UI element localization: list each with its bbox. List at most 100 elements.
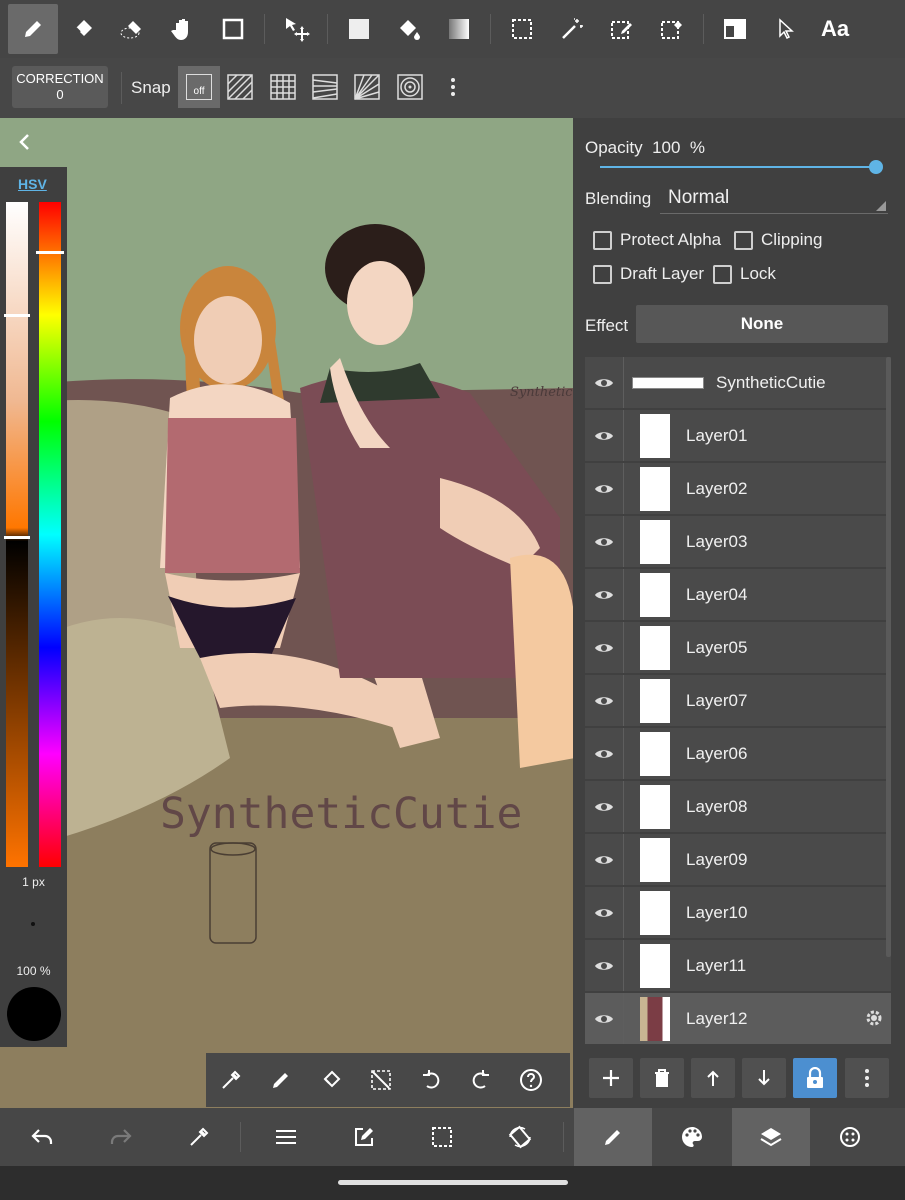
sv-handle[interactable]	[4, 314, 30, 317]
lock-layer-icon[interactable]	[793, 1058, 837, 1098]
delete-layer-icon[interactable]	[640, 1058, 684, 1098]
layer-more-icon[interactable]	[845, 1058, 889, 1098]
blending-select[interactable]: Normal	[660, 183, 888, 214]
visibility-eye-icon[interactable]	[585, 853, 623, 867]
visibility-eye-icon[interactable]	[585, 429, 623, 443]
move-layer-down-icon[interactable]	[742, 1058, 786, 1098]
select-rect-icon[interactable]	[497, 4, 547, 54]
snap-more-icon[interactable]	[432, 66, 474, 108]
visibility-eye-icon[interactable]	[585, 588, 623, 602]
gradient-icon[interactable]	[434, 4, 484, 54]
rotate-left-icon[interactable]	[406, 1051, 456, 1109]
hsv-tab[interactable]: HSV	[18, 176, 47, 192]
snap-off-button[interactable]: off	[178, 66, 220, 108]
snap-circle-icon[interactable]	[389, 66, 431, 108]
layer-row[interactable]: Layer06	[585, 728, 891, 779]
add-layer-button[interactable]	[589, 1058, 633, 1098]
collapse-panel-icon[interactable]	[14, 130, 34, 154]
layers-tab-icon[interactable]	[732, 1108, 810, 1166]
rotate-right-icon[interactable]	[456, 1051, 506, 1109]
layer-row[interactable]: Layer04	[585, 569, 891, 620]
layer-name: Layer02	[686, 478, 748, 498]
bucket-icon[interactable]	[384, 4, 434, 54]
top-toolbar: Aa	[0, 0, 905, 58]
layer-name: Layer07	[686, 690, 748, 710]
layer-thumbnail	[640, 943, 670, 988]
visibility-eye-icon[interactable]	[585, 376, 623, 390]
layer-row[interactable]: Layer12	[585, 993, 891, 1044]
brush-tab-icon[interactable]	[574, 1108, 652, 1166]
visibility-eye-icon[interactable]	[585, 641, 623, 655]
draft-layer-checkbox[interactable]: Draft Layer	[593, 264, 704, 284]
layer-row[interactable]: Layer10	[585, 887, 891, 938]
layer-row[interactable]: Layer05	[585, 622, 891, 673]
opacity-slider-handle[interactable]	[869, 160, 883, 174]
snap-parallel-icon[interactable]	[219, 66, 261, 108]
text-tool-icon[interactable]: Aa	[810, 4, 860, 54]
layer-row[interactable]: Layer07	[585, 675, 891, 726]
color-panel: HSV 1 px 100 %	[0, 167, 67, 1047]
visibility-eye-icon[interactable]	[585, 482, 623, 496]
frame-divider-icon[interactable]	[710, 4, 760, 54]
correction-button[interactable]: CORRECTION 0	[12, 66, 108, 108]
opacity-slider[interactable]	[600, 166, 876, 168]
redo-icon[interactable]	[84, 1108, 158, 1166]
select-pen-icon[interactable]	[597, 4, 647, 54]
help-icon[interactable]	[506, 1051, 556, 1109]
visibility-eye-icon[interactable]	[585, 535, 623, 549]
layer-row[interactable]: Layer11	[585, 940, 891, 991]
quick-pen-icon[interactable]	[256, 1051, 306, 1109]
move-layer-up-icon[interactable]	[691, 1058, 735, 1098]
edit-icon[interactable]	[331, 1108, 397, 1166]
current-color-swatch[interactable]	[7, 987, 61, 1041]
visibility-eye-icon[interactable]	[585, 1012, 623, 1026]
pointer-icon[interactable]	[760, 4, 810, 54]
visibility-eye-icon[interactable]	[585, 906, 623, 920]
selection-icon[interactable]	[397, 1108, 487, 1166]
hand-icon[interactable]	[158, 4, 208, 54]
layer-row[interactable]: Layer09	[585, 834, 891, 885]
snap-perspective-icon[interactable]	[304, 66, 346, 108]
home-indicator[interactable]	[338, 1180, 568, 1185]
layer-name: Layer10	[686, 902, 748, 922]
deselect-icon[interactable]	[356, 1051, 406, 1109]
rectangle-icon[interactable]	[208, 4, 258, 54]
layer-row[interactable]: SyntheticCutie	[585, 357, 891, 408]
layer-row[interactable]: Layer01	[585, 410, 891, 461]
snap-grid-icon[interactable]	[262, 66, 304, 108]
blur-eraser-icon[interactable]	[108, 4, 158, 54]
fill-rect-icon[interactable]	[334, 4, 384, 54]
protect-alpha-checkbox[interactable]: Protect Alpha	[593, 230, 721, 250]
layer-row[interactable]: Layer02	[585, 463, 891, 514]
eyedropper-icon[interactable]	[206, 1051, 256, 1109]
snap-radial-icon[interactable]	[346, 66, 388, 108]
hue-handle[interactable]	[36, 251, 64, 254]
canvas-rotate-icon[interactable]	[487, 1108, 553, 1166]
layer-settings-gear-icon[interactable]	[865, 1009, 883, 1027]
material-icon[interactable]	[810, 1108, 890, 1166]
lock-checkbox[interactable]: Lock	[713, 264, 776, 284]
brightness-handle[interactable]	[4, 536, 30, 539]
drawing-canvas[interactable]: SyntheticCutie SyntheticCutie	[0, 118, 575, 1108]
pen-icon[interactable]	[8, 4, 58, 54]
visibility-eye-icon[interactable]	[585, 747, 623, 761]
visibility-eye-icon[interactable]	[585, 800, 623, 814]
saturation-value-slider[interactable]	[6, 202, 28, 867]
visibility-eye-icon[interactable]	[585, 959, 623, 973]
magic-wand-icon[interactable]	[547, 4, 597, 54]
layer-row[interactable]: Layer03	[585, 516, 891, 567]
bottom-eyedropper-icon[interactable]	[158, 1108, 240, 1166]
palette-icon[interactable]	[652, 1108, 732, 1166]
effect-button[interactable]: None	[636, 305, 888, 343]
quick-eraser-icon[interactable]	[306, 1051, 356, 1109]
undo-icon[interactable]	[0, 1108, 84, 1166]
layer-scrollbar[interactable]	[886, 357, 891, 957]
visibility-eye-icon[interactable]	[585, 694, 623, 708]
clipping-checkbox[interactable]: Clipping	[734, 230, 822, 250]
menu-icon[interactable]	[241, 1108, 331, 1166]
move-icon[interactable]	[271, 4, 321, 54]
layer-row[interactable]: Layer08	[585, 781, 891, 832]
select-eraser-icon[interactable]	[647, 4, 697, 54]
eraser-icon[interactable]	[58, 4, 108, 54]
hue-slider[interactable]	[39, 202, 61, 867]
